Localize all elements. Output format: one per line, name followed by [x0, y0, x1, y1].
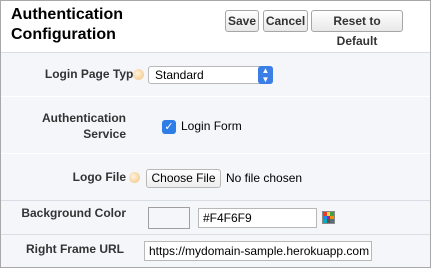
background-color-input[interactable] [198, 208, 317, 228]
reset-to-default-button[interactable]: Reset to Default [311, 10, 403, 48]
choose-file-button[interactable]: Choose File [146, 169, 221, 188]
color-palette-icon[interactable] [322, 211, 335, 224]
login-page-type-value: Standard [155, 68, 204, 82]
login-page-type-label: Login Page Type [44, 67, 140, 81]
right-frame-url-input[interactable] [144, 241, 372, 261]
row-divider [1, 153, 430, 154]
row-divider [1, 234, 430, 235]
help-icon[interactable] [133, 69, 144, 80]
login-page-type-select[interactable]: Standard ▲ ▼ [148, 66, 273, 84]
auth-config-panel: Authentication Configuration Save Cancel… [0, 0, 431, 268]
panel-header: Authentication Configuration Save Cancel… [1, 1, 430, 53]
right-frame-url-label: Right Frame URL [25, 242, 124, 256]
save-button[interactable]: Save [225, 10, 259, 32]
help-icon[interactable] [129, 172, 140, 183]
row-divider [1, 96, 430, 97]
auth-service-label: Authentication Service [42, 111, 126, 141]
logo-file-label: Logo File [72, 170, 126, 184]
login-form-option-label: Login Form [181, 119, 242, 133]
page-title: Authentication Configuration [11, 6, 123, 43]
background-color-label: Background Color [21, 206, 126, 220]
file-status-text: No file chosen [226, 171, 303, 185]
color-swatch[interactable] [148, 207, 190, 229]
cancel-button[interactable]: Cancel [263, 10, 308, 32]
row-divider [1, 200, 430, 201]
select-arrow-icon: ▲ ▼ [258, 66, 273, 84]
login-form-checkbox[interactable]: ✓ [162, 120, 176, 134]
